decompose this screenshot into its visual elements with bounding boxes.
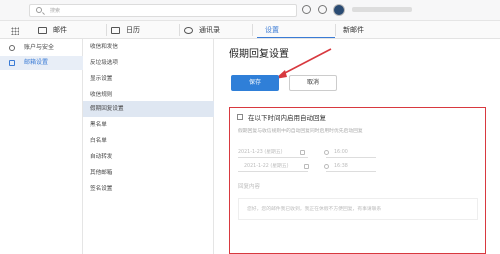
- tab-new-mail-label: 新邮件: [343, 26, 364, 34]
- contacts-icon: [184, 27, 193, 34]
- enable-auto-reply-checkbox[interactable]: [237, 114, 243, 120]
- active-tab-indicator: [257, 37, 335, 38]
- subnav-item-display[interactable]: 显示设置: [83, 71, 214, 87]
- user-icon: [9, 45, 15, 51]
- tab-calendar[interactable]: 日历: [111, 24, 171, 37]
- search-input[interactable]: 搜索: [29, 4, 297, 17]
- mail-settings-icon: [9, 60, 15, 66]
- reply-content-label: 回复内容: [238, 184, 261, 190]
- start-date-value: 2021-1-23 (星期五): [238, 150, 283, 155]
- subnav-item-other-mailbox[interactable]: 其他邮箱: [83, 165, 214, 181]
- start-time-field[interactable]: 16:00: [324, 148, 376, 158]
- calendar-icon: [111, 27, 120, 34]
- clock-icon: [324, 164, 329, 169]
- tab-new-mail[interactable]: 新邮件: [328, 24, 398, 37]
- search-placeholder: 搜索: [50, 8, 61, 14]
- subnav-item-whitelist[interactable]: 白名单: [83, 133, 214, 149]
- subnav-item-anti-spam[interactable]: 反垃圾选项: [83, 55, 214, 71]
- tab-divider: [179, 24, 180, 36]
- tab-divider: [106, 24, 107, 36]
- avatar[interactable]: [333, 4, 345, 16]
- subnav-item-auto-forward[interactable]: 自动转发: [83, 149, 214, 165]
- account-name-blurred: [352, 7, 412, 12]
- mailbox-settings-subnav: 收信和发信 反垃圾选项 显示设置 收信规则 假期回复设置 黑名单 白名单 自动转…: [83, 39, 214, 254]
- cancel-button[interactable]: 取消: [289, 75, 337, 91]
- settings-category-nav: 账户与安全 邮箱设置: [0, 39, 83, 254]
- clock-icon[interactable]: [302, 5, 311, 14]
- end-date-value: 2021-1-22 (星期五): [244, 164, 289, 169]
- app-grid-icon[interactable]: [11, 27, 19, 35]
- tab-mail-label: 邮件: [53, 26, 67, 34]
- end-date-field[interactable]: 2021-1-22 (星期五): [238, 162, 309, 172]
- tab-calendar-label: 日历: [126, 26, 140, 34]
- save-button[interactable]: 保存: [231, 75, 279, 91]
- enable-auto-reply-label: 在以下时间内启用自动回复: [248, 114, 326, 122]
- main-tab-bar: 邮件 日历 通讯录 设置 新邮件: [0, 21, 500, 39]
- tab-contacts-label: 通讯录: [199, 26, 220, 34]
- priority-hint: 假期回复与收信规则中的自动回复同时启用时优先启动回复: [238, 129, 363, 134]
- calendar-icon: [300, 150, 305, 155]
- subnav-item-blacklist[interactable]: 黑名单: [83, 117, 214, 133]
- reply-content-placeholder: 您好，您的邮件我已收到，我正在休假不方便回复，有事请联系: [247, 207, 382, 212]
- tab-contacts[interactable]: 通讯录: [184, 24, 244, 37]
- calendar-icon: [304, 164, 309, 169]
- settings-gear-icon[interactable]: [318, 5, 327, 14]
- end-time-field[interactable]: 16:38: [324, 162, 376, 172]
- start-time-value: 16:00: [334, 150, 348, 155]
- tab-settings[interactable]: 设置: [250, 24, 310, 37]
- top-bar: 搜索: [0, 0, 500, 21]
- tab-settings-label: 设置: [265, 26, 279, 34]
- end-time-value: 16:38: [334, 164, 348, 169]
- watermark-logo: [392, 196, 496, 236]
- subnav-item-send-receive[interactable]: 收信和发信: [83, 39, 214, 55]
- nav-item-mailbox-settings[interactable]: 邮箱设置: [0, 56, 83, 70]
- tab-mail[interactable]: 邮件: [38, 24, 98, 37]
- subnav-item-signature[interactable]: 签名设置: [83, 181, 214, 197]
- clock-icon: [324, 150, 329, 155]
- nav-item-label: 账户与安全: [24, 44, 55, 51]
- subnav-item-vacation-reply[interactable]: 假期回复设置: [83, 101, 214, 117]
- mail-icon: [38, 27, 47, 34]
- search-icon: [36, 7, 42, 13]
- start-date-field[interactable]: 2021-1-23 (星期五): [238, 148, 308, 158]
- nav-item-account-security[interactable]: 账户与安全: [0, 41, 83, 55]
- nav-item-label: 邮箱设置: [24, 59, 49, 66]
